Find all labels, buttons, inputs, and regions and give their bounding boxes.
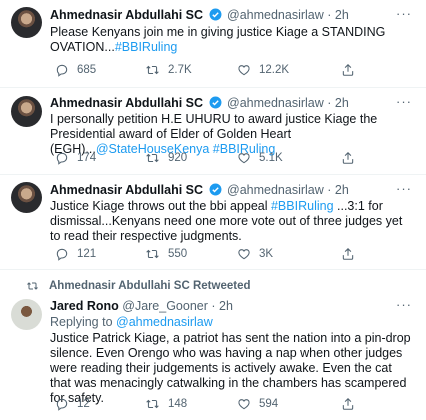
reply-button[interactable]: 174 — [55, 151, 96, 165]
share-icon — [342, 64, 354, 76]
reply-count: 685 — [77, 64, 97, 76]
hashtag-link[interactable]: #BBIRuling — [115, 40, 178, 54]
retweet-button[interactable]: 148 — [145, 397, 187, 411]
tweet[interactable]: Ahmednasir Abdullahi SC @ahmednasirlaw ·… — [0, 175, 426, 270]
author-handle[interactable]: @ahmednasirlaw — [227, 183, 324, 197]
reply-icon — [56, 152, 68, 165]
reply-count: 174 — [77, 152, 97, 164]
author-name[interactable]: Ahmednasir Abdullahi SC — [50, 8, 203, 22]
share-icon — [342, 248, 354, 260]
like-button[interactable]: 594 — [237, 397, 278, 411]
heart-icon — [238, 249, 250, 260]
more-options-icon[interactable]: ··· — [396, 181, 412, 196]
reply-button[interactable]: 121 — [55, 247, 96, 261]
author-handle[interactable]: @ahmednasirlaw — [227, 96, 324, 110]
tweet[interactable]: Ahmednasir Abdullahi SC Retweeted Jared … — [0, 270, 426, 420]
share-button[interactable] — [341, 247, 355, 261]
tweet-time[interactable]: 2h — [335, 8, 349, 22]
tweet-actions: 685 2.7K 12.2K — [55, 63, 415, 79]
retweet-icon — [146, 399, 159, 409]
tweet-time[interactable]: 2h — [335, 96, 349, 110]
share-button[interactable] — [341, 151, 355, 165]
author-name[interactable]: Jared Rono — [50, 299, 119, 313]
tweet-text-content: Justice Kiage throws out the bbi appeal — [50, 199, 271, 213]
tweet-header: Ahmednasir Abdullahi SC @ahmednasirlaw ·… — [50, 96, 416, 112]
reply-count: 12 — [77, 398, 90, 410]
reply-icon — [56, 248, 68, 261]
retweeted-by-label: Ahmednasir Abdullahi SC Retweeted — [49, 280, 251, 292]
tweet[interactable]: Ahmednasir Abdullahi SC @ahmednasirlaw ·… — [0, 0, 426, 88]
tweet-text: Justice Patrick Kiage, a patriot has sen… — [50, 331, 412, 406]
hashtag-link[interactable]: #BBIRuling — [271, 199, 334, 213]
retweet-button[interactable]: 920 — [145, 151, 187, 165]
share-button[interactable] — [341, 63, 355, 77]
avatar[interactable] — [11, 182, 42, 213]
more-options-icon[interactable]: ··· — [396, 297, 412, 312]
heart-icon — [238, 153, 250, 164]
tweet-text-content: Justice Patrick Kiage, a patriot has sen… — [50, 331, 411, 405]
avatar[interactable] — [11, 299, 42, 330]
retweet-icon — [146, 153, 159, 163]
like-count: 5.1K — [259, 152, 283, 164]
tweet-text: Justice Kiage throws out the bbi appeal … — [50, 199, 412, 244]
tweet-text-content: Please Kenyans join me in giving justice… — [50, 25, 386, 54]
author-handle[interactable]: @ahmednasirlaw — [227, 8, 324, 22]
separator-dot: · — [327, 183, 332, 197]
tweet-time[interactable]: 2h — [335, 183, 349, 197]
reply-button[interactable]: 12 — [55, 397, 90, 411]
retweet-count: 920 — [168, 152, 188, 164]
heart-icon — [238, 399, 250, 410]
tweet-header: Ahmednasir Abdullahi SC @ahmednasirlaw ·… — [50, 8, 416, 24]
verified-badge-icon — [209, 183, 222, 199]
like-button[interactable]: 3K — [237, 247, 273, 261]
share-icon — [342, 152, 354, 164]
retweet-icon — [27, 282, 38, 290]
retweet-icon — [146, 249, 159, 259]
separator-dot: · — [211, 299, 216, 313]
like-count: 3K — [259, 248, 274, 260]
share-icon — [342, 398, 354, 410]
author-handle[interactable]: @Jare_Gooner — [122, 299, 208, 313]
retweet-count: 148 — [168, 398, 188, 410]
replying-to-label: Replying to — [50, 315, 113, 329]
avatar[interactable] — [11, 7, 42, 38]
share-button[interactable] — [341, 397, 355, 411]
retweeted-by[interactable]: Ahmednasir Abdullahi SC Retweeted — [26, 279, 251, 293]
tweet-actions: 12 148 594 — [55, 397, 415, 413]
verified-badge-icon — [209, 96, 222, 112]
like-button[interactable]: 5.1K — [237, 151, 283, 165]
author-name[interactable]: Ahmednasir Abdullahi SC — [50, 96, 203, 110]
retweet-button[interactable]: 550 — [145, 247, 187, 261]
retweet-icon — [146, 65, 159, 75]
tweet-text: Please Kenyans join me in giving justice… — [50, 25, 412, 55]
tweet-actions: 174 920 5.1K — [55, 151, 415, 167]
like-count: 594 — [259, 398, 279, 410]
avatar[interactable] — [11, 96, 42, 127]
reply-count: 121 — [77, 248, 97, 260]
tweet-actions: 121 550 3K — [55, 247, 415, 263]
like-button[interactable]: 12.2K — [237, 63, 289, 77]
verified-badge-icon — [209, 8, 222, 24]
separator-dot: · — [327, 96, 332, 110]
retweet-count: 2.7K — [168, 64, 192, 76]
retweet-button[interactable]: 2.7K — [145, 63, 192, 77]
mention-link[interactable]: @ahmednasirlaw — [116, 315, 213, 329]
tweet[interactable]: Ahmednasir Abdullahi SC @ahmednasirlaw ·… — [0, 88, 426, 175]
tweet-header: Ahmednasir Abdullahi SC @ahmednasirlaw ·… — [50, 183, 416, 199]
replying-to: Replying to @ahmednasirlaw — [50, 315, 412, 330]
heart-icon — [238, 65, 250, 76]
separator-dot: · — [327, 8, 332, 22]
reply-icon — [56, 64, 68, 77]
more-options-icon[interactable]: ··· — [396, 6, 412, 21]
tweet-header: Jared Rono @Jare_Gooner · 2h — [50, 299, 416, 315]
tweet-time[interactable]: 2h — [219, 299, 233, 313]
retweet-count: 550 — [168, 248, 188, 260]
author-name[interactable]: Ahmednasir Abdullahi SC — [50, 183, 203, 197]
like-count: 12.2K — [259, 64, 290, 76]
reply-button[interactable]: 685 — [55, 63, 96, 77]
reply-icon — [56, 398, 68, 411]
more-options-icon[interactable]: ··· — [396, 94, 412, 109]
